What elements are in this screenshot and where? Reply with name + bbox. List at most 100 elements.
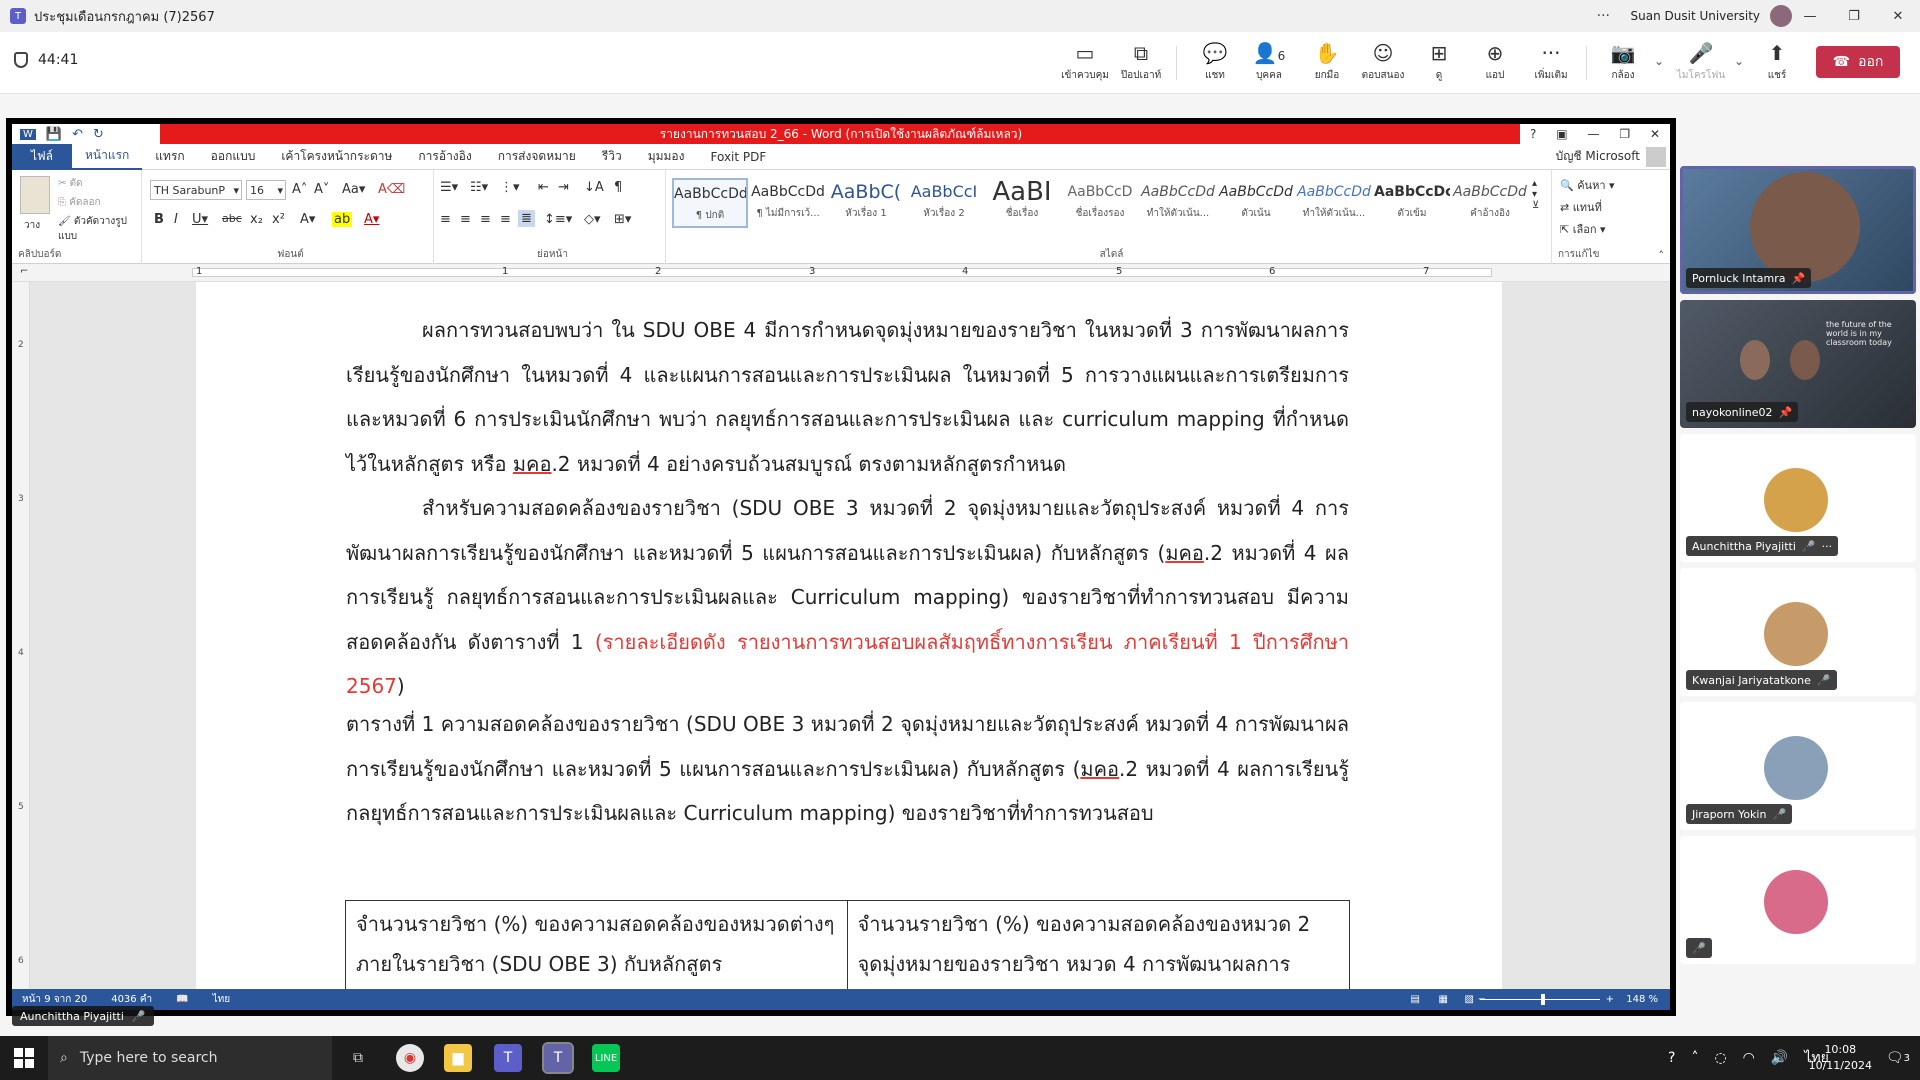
language-indicator[interactable]: ไทย — [213, 992, 230, 1007]
find-button[interactable]: 🔍 ค้นหา ▾ — [1560, 176, 1615, 194]
share-button[interactable]: ⬆ แชร์ — [1748, 40, 1806, 83]
network-icon[interactable]: ◌ — [1714, 1050, 1726, 1066]
zoom-in-icon[interactable]: + — [1606, 994, 1614, 1005]
clear-format-icon[interactable]: A⌫ — [378, 182, 405, 197]
participant-tile[interactable]: the future of the world is in my classro… — [1680, 300, 1916, 428]
table-caption[interactable]: ตารางที่ 1 ความสอดคล้องของรายวิชา (SDU O… — [346, 702, 1349, 836]
style-strong[interactable]: AaBbCcDc ตัวเข้ม — [1374, 178, 1450, 228]
tab-layout[interactable]: เค้าโครงหน้ากระดาษ — [268, 147, 405, 166]
redo-icon[interactable]: ↻ — [93, 127, 104, 142]
tab-references[interactable]: การอ้างอิง — [405, 147, 484, 166]
multilevel-list-icon[interactable]: ⋮▾ — [500, 180, 520, 195]
table-header-cell[interactable]: จำนวนรายวิชา (%) ของความสอดคล้องของหมวด … — [848, 901, 1350, 989]
borders-icon[interactable]: ⊞▾ — [614, 212, 631, 227]
zoom-level[interactable]: 148 % — [1626, 994, 1658, 1005]
mic-button[interactable]: 🎤 ไมโครโฟน — [1672, 40, 1730, 83]
volume-icon[interactable]: 🔊 — [1771, 1050, 1788, 1066]
windows-start-icon[interactable] — [14, 1048, 34, 1068]
tab-mailings[interactable]: การส่งจดหมาย — [485, 147, 589, 166]
help-icon[interactable]: ? — [1668, 1050, 1675, 1066]
notification-center-icon[interactable]: 🗨 3 — [1886, 1036, 1910, 1080]
file-explorer-icon[interactable]: ▆ — [444, 1044, 472, 1072]
subscript-icon[interactable]: x₂ — [250, 212, 263, 227]
style-heading-2[interactable]: AaBbCcI หัวเรื่อง 2 — [906, 178, 982, 228]
wifi-icon[interactable]: ◠ — [1743, 1050, 1755, 1066]
taskbar-search[interactable]: ⌕ Type here to search — [48, 1036, 332, 1080]
style-no-spacing[interactable]: AaBbCcDd ¶ ไม่มีการเว้... — [750, 178, 826, 228]
mic-options-chevron-icon[interactable]: ⌄ — [1734, 54, 1744, 68]
undo-icon[interactable]: ↶ — [72, 127, 83, 142]
paste-icon[interactable] — [20, 176, 50, 214]
taskbar-clock[interactable]: 10:08 10/11/2024 — [1809, 1042, 1872, 1074]
change-case-icon[interactable]: Aa▾ — [342, 182, 365, 197]
proofing-icon[interactable]: 📖 — [176, 994, 188, 1005]
decrease-indent-icon[interactable]: ⇤ — [538, 180, 549, 195]
react-button[interactable]: ☺ ตอบสนอง — [1354, 40, 1412, 83]
teams-meeting-icon[interactable]: T — [542, 1042, 574, 1074]
participant-tile[interactable]: Kwanjai Jariyatatkone 🎤 — [1680, 568, 1916, 696]
help-icon[interactable]: ? — [1530, 127, 1536, 141]
more-options-icon[interactable]: ··· — [1597, 8, 1610, 24]
apps-button[interactable]: ⊕ แอป — [1466, 40, 1524, 83]
style-heading-1[interactable]: AaBbC(หัวเรื่อง 1 — [828, 178, 904, 228]
align-center-icon[interactable]: ≡ — [460, 212, 471, 227]
page-count[interactable]: หน้า 9 จาก 20 — [22, 992, 87, 1007]
restore-icon[interactable]: ❐ — [1832, 0, 1876, 32]
zoom-slider-handle[interactable] — [1541, 994, 1545, 1005]
horizontal-ruler[interactable]: ⌐ 1 1 2 3 4 5 6 7 — [12, 264, 1670, 282]
tab-selector-icon[interactable]: ⌐ — [20, 266, 28, 277]
ribbon-display-icon[interactable]: ▣ — [1556, 127, 1567, 141]
take-control-button[interactable]: ▭ เข้าควบคุม — [1056, 40, 1114, 83]
line-icon[interactable]: LINE — [592, 1044, 620, 1072]
increase-indent-icon[interactable]: ⇥ — [558, 180, 569, 195]
tab-file[interactable]: ไฟล์ — [12, 143, 72, 170]
camera-options-chevron-icon[interactable]: ⌄ — [1654, 54, 1664, 68]
style-title[interactable]: AaBI ชื่อเรื่อง — [984, 178, 1060, 228]
style-quote[interactable]: AaBbCcDd คำอ้างอิง — [1452, 178, 1528, 228]
style-intense-emphasis[interactable]: AaBbCcDd ทำให้ตัวเน้น... — [1296, 178, 1372, 228]
numbering-icon[interactable]: ☷▾ — [470, 180, 488, 195]
read-mode-icon[interactable]: ▤ — [1411, 994, 1420, 1005]
collapse-ribbon-icon[interactable]: ˄ — [1659, 249, 1665, 262]
close-icon[interactable]: ✕ — [1876, 0, 1920, 32]
view-button[interactable]: ⊞ ดู — [1410, 40, 1468, 83]
chat-button[interactable]: 💬 แชท — [1186, 40, 1244, 83]
minimize-icon[interactable]: — — [1788, 0, 1832, 32]
style-emphasis[interactable]: AaBbCcDd ตัวเน้น — [1218, 178, 1294, 228]
tab-foxit[interactable]: Foxit PDF — [698, 150, 780, 164]
font-color-icon[interactable]: A▾ — [364, 212, 379, 227]
account-menu[interactable]: บัญชี Microsoft — [1556, 147, 1640, 166]
thai-distributed-icon[interactable]: ≣ — [518, 210, 535, 227]
alignment-table[interactable]: จำนวนรายวิชา (%) ของความสอดคล้องของหมวดต… — [345, 900, 1350, 989]
font-size-select[interactable]: 16 ▾ — [246, 180, 286, 200]
text-effects-icon[interactable]: A▾ — [300, 212, 315, 227]
line-spacing-icon[interactable]: ↕≡▾ — [544, 212, 572, 227]
show-marks-icon[interactable]: ¶ — [614, 180, 622, 195]
replace-button[interactable]: ⇄ แทนที่ — [1560, 198, 1602, 216]
bullets-icon[interactable]: ☰▾ — [440, 180, 458, 195]
restore-icon[interactable]: ❐ — [1619, 127, 1630, 141]
chrome-icon[interactable]: ◉ — [396, 1044, 424, 1072]
grow-font-icon[interactable]: A˄ — [292, 182, 307, 197]
participant-tile[interactable]: Aunchittha Piyajitti 🎤 ··· — [1680, 434, 1916, 562]
paragraph-2[interactable]: สำหรับความสอดคล้องของรายวิชา (SDU OBE 3 … — [346, 486, 1349, 709]
participant-tile[interactable]: Jiraporn Yokin 🎤 — [1680, 702, 1916, 830]
sort-icon[interactable]: ↓A — [584, 180, 604, 195]
paste-label[interactable]: วาง — [24, 218, 40, 233]
vertical-ruler[interactable]: 2 3 4 5 6 — [12, 282, 30, 989]
table-header-cell[interactable]: จำนวนรายวิชา (%) ของความสอดคล้องของหมวดต… — [346, 901, 848, 989]
web-layout-icon[interactable]: ▧ — [1465, 994, 1474, 1005]
shading-icon[interactable]: ◇▾ — [584, 212, 601, 227]
word-count[interactable]: 4036 คำ — [111, 992, 152, 1007]
strikethrough-icon[interactable]: abc — [222, 212, 242, 225]
raise-hand-button[interactable]: ✋ ยกมือ — [1298, 40, 1356, 83]
account-avatar[interactable] — [1646, 147, 1666, 167]
tab-review[interactable]: รีวิว — [589, 147, 635, 166]
copy-button[interactable]: ⎘ คัดลอก — [58, 195, 101, 210]
tab-view[interactable]: มุมมอง — [635, 147, 698, 166]
select-button[interactable]: ⇱ เลือก ▾ — [1560, 220, 1606, 238]
tab-design[interactable]: ออกแบบ — [198, 147, 269, 166]
format-painter-button[interactable]: 🖌 ตัวคัดวางรูปแบบ — [58, 214, 141, 244]
superscript-icon[interactable]: x² — [272, 212, 285, 227]
tab-home[interactable]: หน้าแรก — [72, 144, 143, 170]
